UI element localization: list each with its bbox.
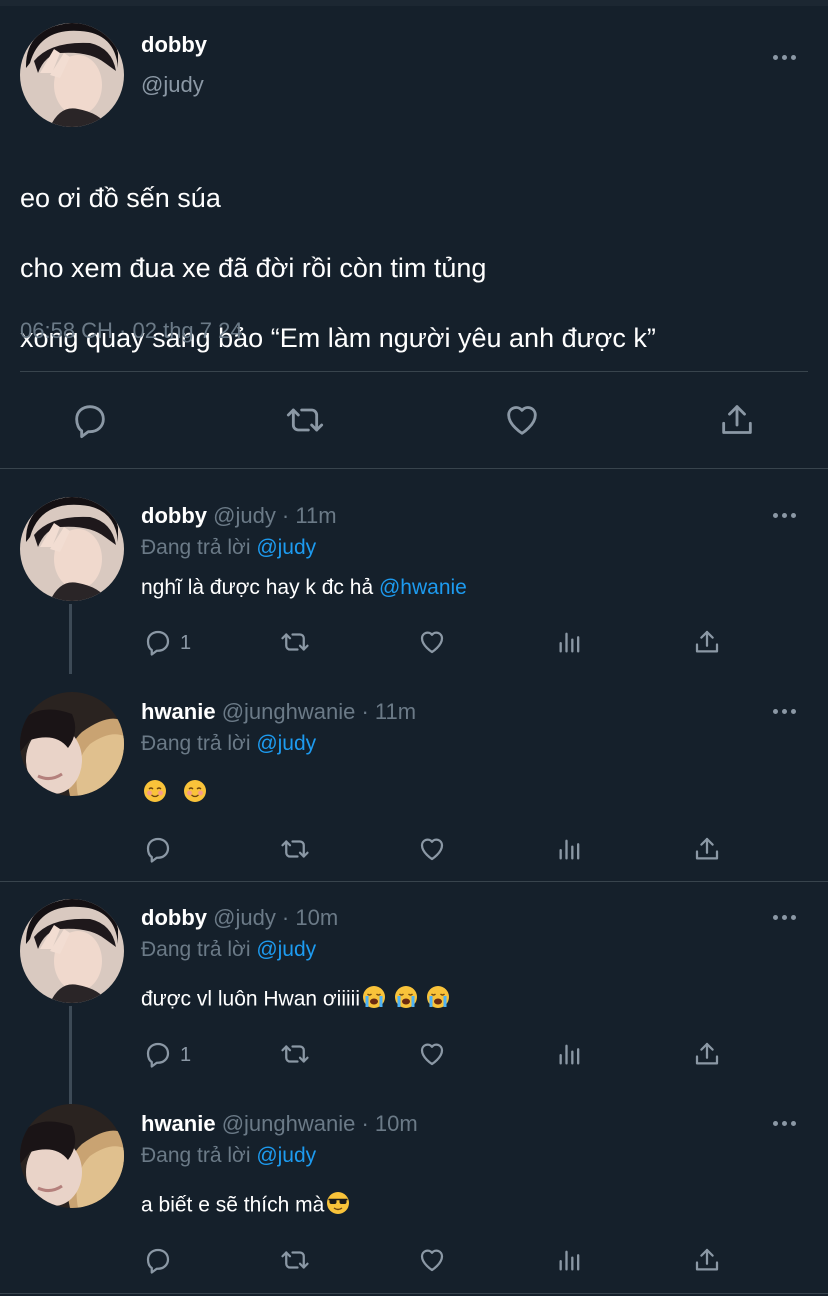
reply-text-body: a biết e sẽ thích mà xyxy=(141,1193,325,1217)
crying-face-emoji xyxy=(362,985,386,1015)
reply-icon[interactable] xyxy=(143,1039,173,1069)
reply-count: 1 xyxy=(180,632,192,654)
reply-author[interactable]: dobby @judy · 11m xyxy=(141,503,337,529)
reply-text: a biết e sẽ thích mà xyxy=(141,1191,352,1221)
more-options-icon[interactable] xyxy=(773,706,799,716)
like-icon[interactable] xyxy=(417,1245,447,1275)
author-name[interactable]: dobby xyxy=(141,905,207,930)
blushing-smile-emoji xyxy=(183,779,207,809)
blushing-smile-emoji xyxy=(143,779,167,809)
divider xyxy=(0,881,828,882)
like-icon[interactable] xyxy=(502,400,542,440)
divider xyxy=(0,1293,828,1294)
sunglasses-face-emoji xyxy=(326,1191,350,1221)
replying-mention[interactable]: @judy xyxy=(256,1144,316,1167)
top-divider xyxy=(0,0,828,6)
replying-mention[interactable]: @judy xyxy=(256,938,316,961)
replying-prefix: Đang trả lời xyxy=(141,536,251,559)
retweet-icon[interactable] xyxy=(285,400,325,440)
more-options-icon[interactable] xyxy=(773,52,799,62)
crying-face-emoji xyxy=(426,985,450,1015)
reply-author[interactable]: dobby @judy · 10m xyxy=(141,905,338,931)
analytics-icon[interactable] xyxy=(556,1040,586,1070)
replying-prefix: Đang trả lời xyxy=(141,938,251,961)
reply-text-body: nghĩ là được hay k đc hả xyxy=(141,576,374,599)
replying-prefix: Đang trả lời xyxy=(141,732,251,755)
more-options-icon[interactable] xyxy=(773,1118,799,1128)
retweet-icon[interactable] xyxy=(279,1245,309,1275)
retweet-icon[interactable] xyxy=(279,627,309,657)
thread-line xyxy=(69,1006,72,1104)
reply-count: 1 xyxy=(180,1044,192,1066)
reply-author[interactable]: hwanie @junghwanie · 10m xyxy=(141,1111,418,1137)
author-handle[interactable]: @judy xyxy=(141,72,204,98)
tweet-text: eo ơi đồ sến súa cho xem đua xe đã đời r… xyxy=(20,146,656,391)
tweet-timestamp[interactable]: 06:58 CH · 02 thg 7 24 xyxy=(20,318,243,344)
replying-to: Đang trả lời @judy xyxy=(141,938,316,962)
author-name[interactable]: hwanie xyxy=(141,699,216,724)
avatar[interactable] xyxy=(20,692,124,796)
author-meta: @junghwanie · 10m xyxy=(221,1111,418,1136)
thread-line xyxy=(69,604,72,674)
avatar[interactable] xyxy=(20,23,124,127)
reply-text: nghĩ là được hay k đc hả @hwanie xyxy=(141,576,467,600)
share-icon[interactable] xyxy=(717,400,757,440)
retweet-icon[interactable] xyxy=(279,1039,309,1069)
avatar[interactable] xyxy=(20,899,124,1003)
replying-prefix: Đang trả lời xyxy=(141,1144,251,1167)
author-name[interactable]: dobby xyxy=(141,503,207,528)
reply-text xyxy=(141,779,209,809)
tweet-text-line: cho xem đua xe đã đời rồi còn tim tủng xyxy=(20,253,487,283)
analytics-icon[interactable] xyxy=(556,628,586,658)
author-meta: @junghwanie · 11m xyxy=(221,699,417,724)
replying-mention[interactable]: @judy xyxy=(256,732,316,755)
text-mention[interactable]: @hwanie xyxy=(379,576,467,599)
author-meta: @judy · 10m xyxy=(213,905,339,930)
avatar[interactable] xyxy=(20,497,124,601)
tweet-text-line: eo ơi đồ sến súa xyxy=(20,183,221,213)
like-icon[interactable] xyxy=(417,834,447,864)
author-name[interactable]: dobby xyxy=(141,32,207,58)
reply-author[interactable]: hwanie @junghwanie · 11m xyxy=(141,699,416,725)
replying-to: Đang trả lời @judy xyxy=(141,536,316,560)
divider xyxy=(20,371,808,372)
more-options-icon[interactable] xyxy=(773,510,799,520)
like-icon[interactable] xyxy=(417,627,447,657)
share-icon[interactable] xyxy=(692,834,722,864)
reply-icon[interactable] xyxy=(70,400,110,440)
avatar[interactable] xyxy=(20,1104,124,1208)
crying-face-emoji xyxy=(394,985,418,1015)
replying-mention[interactable]: @judy xyxy=(256,536,316,559)
retweet-icon[interactable] xyxy=(279,834,309,864)
share-icon[interactable] xyxy=(692,1039,722,1069)
analytics-icon[interactable] xyxy=(556,1246,586,1276)
reply-text-body: được vl luôn Hwan ơiiiii xyxy=(141,987,361,1011)
share-icon[interactable] xyxy=(692,1245,722,1275)
author-name[interactable]: hwanie xyxy=(141,1111,216,1136)
replying-to: Đang trả lời @judy xyxy=(141,732,316,756)
author-meta: @judy · 11m xyxy=(213,503,337,528)
reply-icon[interactable] xyxy=(143,627,173,657)
analytics-icon[interactable] xyxy=(556,835,586,865)
more-options-icon[interactable] xyxy=(773,912,799,922)
reply-icon[interactable] xyxy=(143,1245,173,1275)
like-icon[interactable] xyxy=(417,1039,447,1069)
divider xyxy=(0,468,828,469)
share-icon[interactable] xyxy=(692,627,722,657)
reply-icon[interactable] xyxy=(143,834,173,864)
reply-text: được vl luôn Hwan ơiiiii xyxy=(141,985,452,1015)
replying-to: Đang trả lời @judy xyxy=(141,1144,316,1168)
